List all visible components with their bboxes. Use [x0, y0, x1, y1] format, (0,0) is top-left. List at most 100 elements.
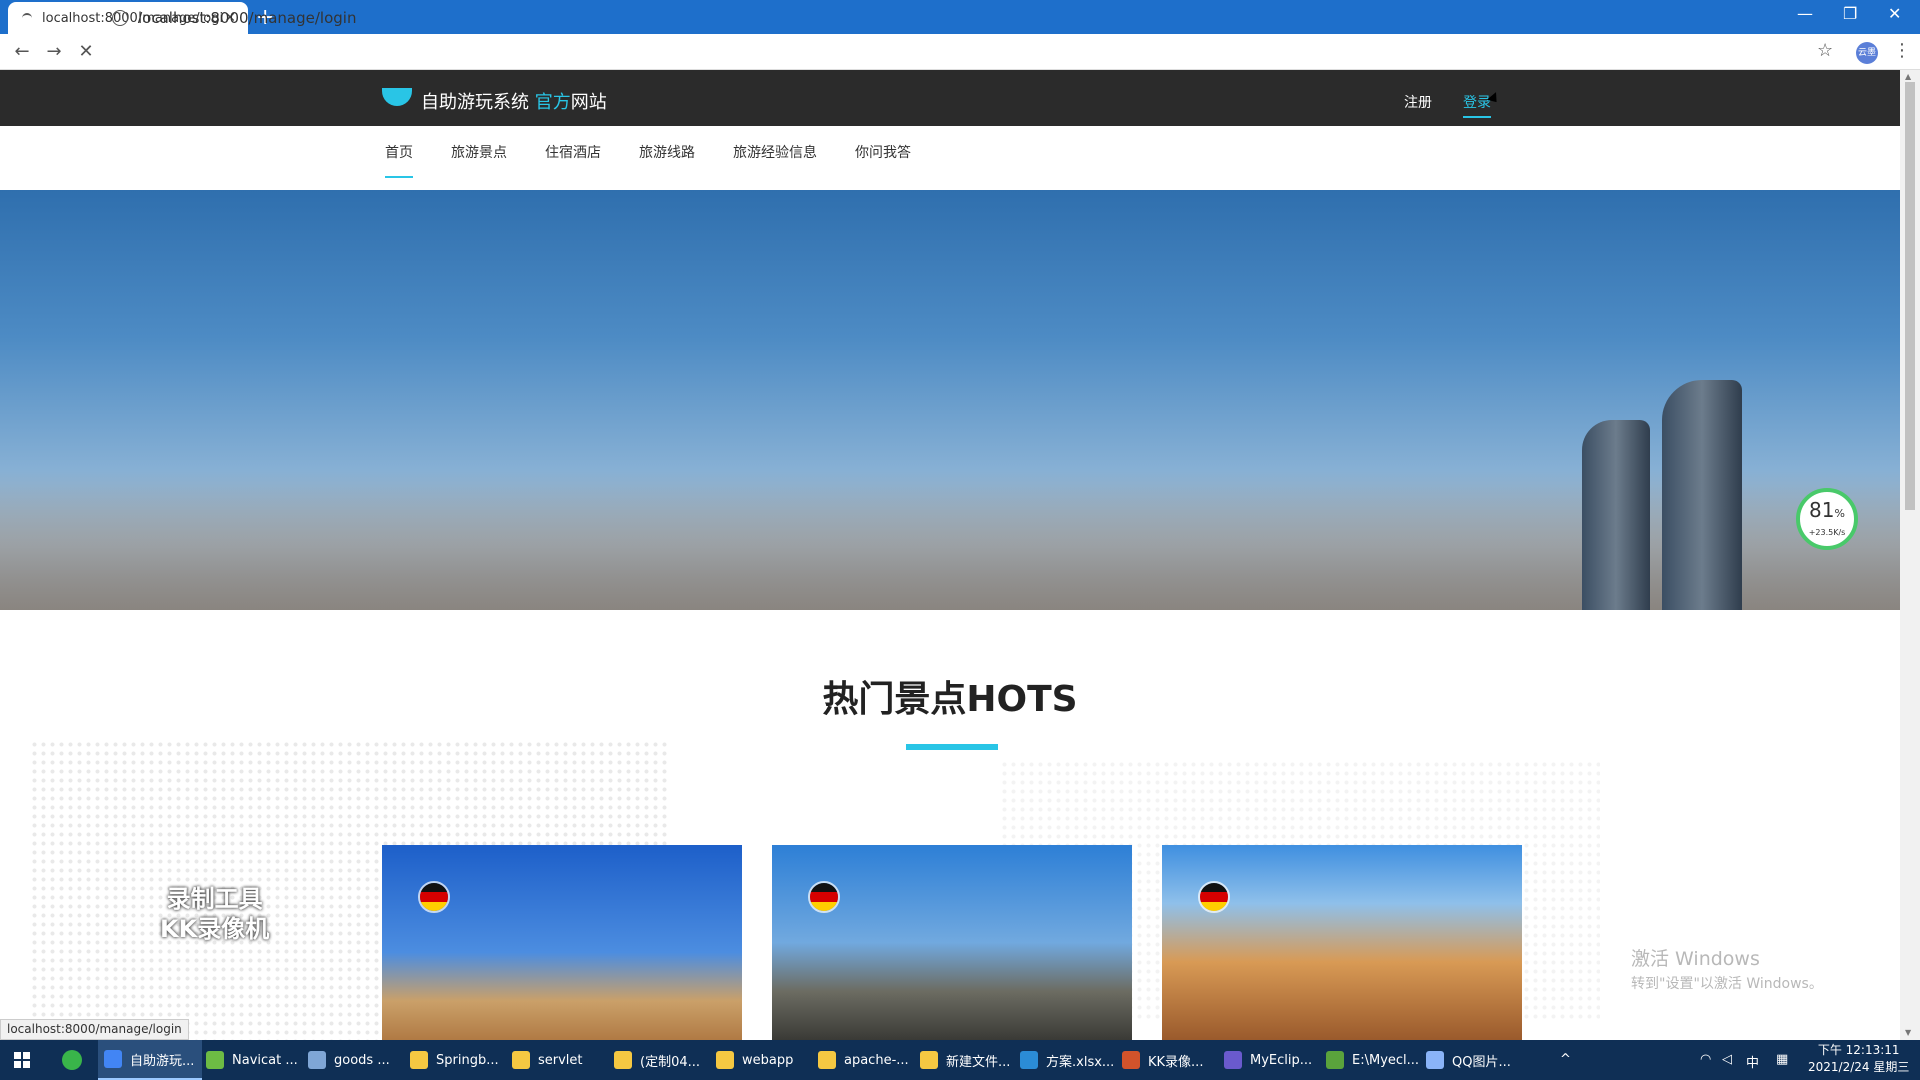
windows-taskbar: 自助游玩... Navicat ... goods ... Springb... ser…: [0, 1040, 1920, 1080]
taskbar-app-icon: [512, 1051, 530, 1069]
taskbar-item-label: apache-...: [844, 1052, 909, 1068]
taskbar-app-icon: [1224, 1051, 1242, 1069]
logo-accent: 官方: [534, 92, 571, 113]
taskbar-item[interactable]: E:\Myecl...: [1320, 1040, 1427, 1080]
germany-flag-icon: [1198, 881, 1230, 913]
taskbar-item-label: Springb...: [436, 1052, 499, 1068]
scroll-down-icon[interactable]: ▼: [1905, 1028, 1911, 1037]
speed-rate: +23.5K/s: [1808, 528, 1846, 537]
tray-chevron-icon[interactable]: ^: [1560, 1052, 1571, 1067]
network-speed-widget[interactable]: 81% +23.5K/s: [1796, 488, 1858, 550]
taskbar-item-label: goods ...: [334, 1052, 390, 1068]
taskbar-app-icon: [1426, 1051, 1444, 1069]
link-status-bubble: localhost:8000/manage/login: [0, 1019, 189, 1040]
hots-underline: [906, 744, 998, 750]
forward-button[interactable]: →: [38, 41, 70, 62]
nav-hotels[interactable]: 住宿酒店: [545, 142, 601, 176]
scroll-up-icon[interactable]: ▲: [1905, 72, 1911, 81]
taskbar-item[interactable]: Springb...: [404, 1040, 507, 1080]
attraction-card[interactable]: [382, 845, 742, 1040]
nav-home[interactable]: 首页: [385, 142, 413, 178]
recorder-line-1: 录制工具: [166, 885, 263, 913]
loading-icon: [22, 13, 32, 23]
taskbar-item[interactable]: (定制04...: [608, 1040, 708, 1080]
taskbar-item-label: E:\Myecl...: [1352, 1052, 1420, 1068]
taskbar-item[interactable]: Navicat ...: [200, 1040, 306, 1080]
login-link[interactable]: 登录: [1463, 92, 1491, 118]
site-logo-text[interactable]: 自助游玩系统 官方网站: [421, 88, 607, 114]
taskbar-item[interactable]: MyEclip...: [1218, 1040, 1320, 1080]
bookmark-star-icon[interactable]: ☆: [1817, 40, 1833, 61]
taskbar-item[interactable]: webapp: [710, 1040, 801, 1080]
site-info-icon[interactable]: i: [112, 10, 128, 26]
windows-start-icon[interactable]: [14, 1052, 30, 1068]
close-window-button[interactable]: ✕: [1888, 4, 1901, 23]
taskbar-item[interactable]: servlet: [506, 1040, 591, 1080]
url-text: localhost:8000/manage/login: [138, 9, 357, 27]
taskbar-item[interactable]: QQ图片...: [1420, 1040, 1519, 1080]
logo-main: 自助游玩系统: [421, 92, 535, 113]
speed-percent: 81%: [1809, 498, 1845, 522]
nav-qa[interactable]: 你问我答: [855, 142, 911, 176]
taskbar-app-icon: [308, 1051, 326, 1069]
taskbar-item-label: servlet: [538, 1052, 583, 1068]
url-field[interactable]: i localhost:8000/manage/login: [112, 4, 1812, 32]
keyboard-icon[interactable]: ▦: [1776, 1052, 1788, 1067]
clock-time: 下午 12:13:11: [1817, 1043, 1900, 1057]
page-scrollbar[interactable]: ▲ ▼: [1900, 70, 1920, 1040]
taskbar-item[interactable]: apache-...: [812, 1040, 917, 1080]
taskbar-app-icon: [716, 1051, 734, 1069]
taskbar-app-icon: [818, 1051, 836, 1069]
taskbar-item-label: 自助游玩...: [130, 1053, 195, 1069]
restore-button[interactable]: ❐: [1843, 4, 1857, 23]
register-link[interactable]: 注册: [1404, 92, 1432, 112]
taskbar-item[interactable]: 自助游玩...: [98, 1040, 203, 1080]
attraction-card[interactable]: [772, 845, 1132, 1040]
recorder-watermark: 录制工具 KK录像机: [160, 884, 269, 944]
taskbar-app-icon: [1326, 1051, 1344, 1069]
nav-attractions[interactable]: 旅游景点: [451, 142, 507, 176]
system-clock[interactable]: 下午 12:13:11 2021/2/24 星期三: [1808, 1042, 1909, 1076]
volume-icon[interactable]: ◁: [1722, 1052, 1732, 1067]
taskbar-item-label: KK录像...: [1148, 1054, 1204, 1070]
taskbar-item-label: Navicat ...: [232, 1052, 298, 1068]
taskbar-app-icon: [1122, 1051, 1140, 1069]
banner-tower-right: [1662, 380, 1742, 610]
site-header: 自助游玩系统 官方网站 注册 登录: [0, 70, 1900, 126]
nav-routes[interactable]: 旅游线路: [639, 142, 695, 176]
taskbar-item-label: QQ图片...: [1452, 1054, 1511, 1070]
main-nav: 首页 旅游景点 住宿酒店 旅游线路 旅游经验信息 你问我答: [0, 126, 1900, 190]
logo-tail: 网站: [570, 92, 607, 113]
attraction-card[interactable]: [1162, 845, 1522, 1040]
taskbar-item-label: (定制04...: [640, 1054, 701, 1070]
taskbar-app-icon: [206, 1051, 224, 1069]
activation-title: 激活 Windows: [1631, 948, 1760, 970]
address-bar-row: ← → ✕: [0, 34, 1920, 70]
logo-icon[interactable]: [382, 88, 412, 106]
profile-avatar[interactable]: 云墨: [1856, 42, 1878, 64]
ime-indicator[interactable]: 中: [1746, 1052, 1759, 1071]
taskbar-app-icon: [920, 1051, 938, 1069]
germany-flag-icon: [808, 881, 840, 913]
recorder-line-2: KK录像机: [160, 915, 270, 943]
taskbar-item-label: 方案.xlsx...: [1046, 1054, 1115, 1070]
taskbar-item[interactable]: goods ...: [302, 1040, 398, 1080]
back-button[interactable]: ←: [6, 41, 38, 62]
taskbar-app-icon: [1020, 1051, 1038, 1069]
activation-hint: 转到"设置"以激活 Windows。: [1631, 976, 1823, 992]
wifi-icon[interactable]: ◠: [1700, 1052, 1711, 1067]
scroll-thumb[interactable]: [1905, 82, 1915, 510]
germany-flag-icon: [418, 881, 450, 913]
nav-experience[interactable]: 旅游经验信息: [733, 142, 817, 176]
browser-shortcut-icon[interactable]: [62, 1050, 82, 1070]
taskbar-app-icon: [410, 1051, 428, 1069]
taskbar-item[interactable]: 新建文件...: [914, 1040, 1018, 1080]
taskbar-item[interactable]: KK录像...: [1116, 1040, 1211, 1080]
taskbar-item-label: 新建文件...: [946, 1054, 1011, 1070]
taskbar-app-icon: [614, 1051, 632, 1069]
taskbar-item[interactable]: 方案.xlsx...: [1014, 1040, 1122, 1080]
banner-tower-left: [1582, 420, 1650, 610]
browser-menu-icon[interactable]: ⋮: [1893, 40, 1911, 61]
stop-loading-button[interactable]: ✕: [70, 41, 102, 62]
taskbar-item-label: webapp: [742, 1052, 794, 1068]
